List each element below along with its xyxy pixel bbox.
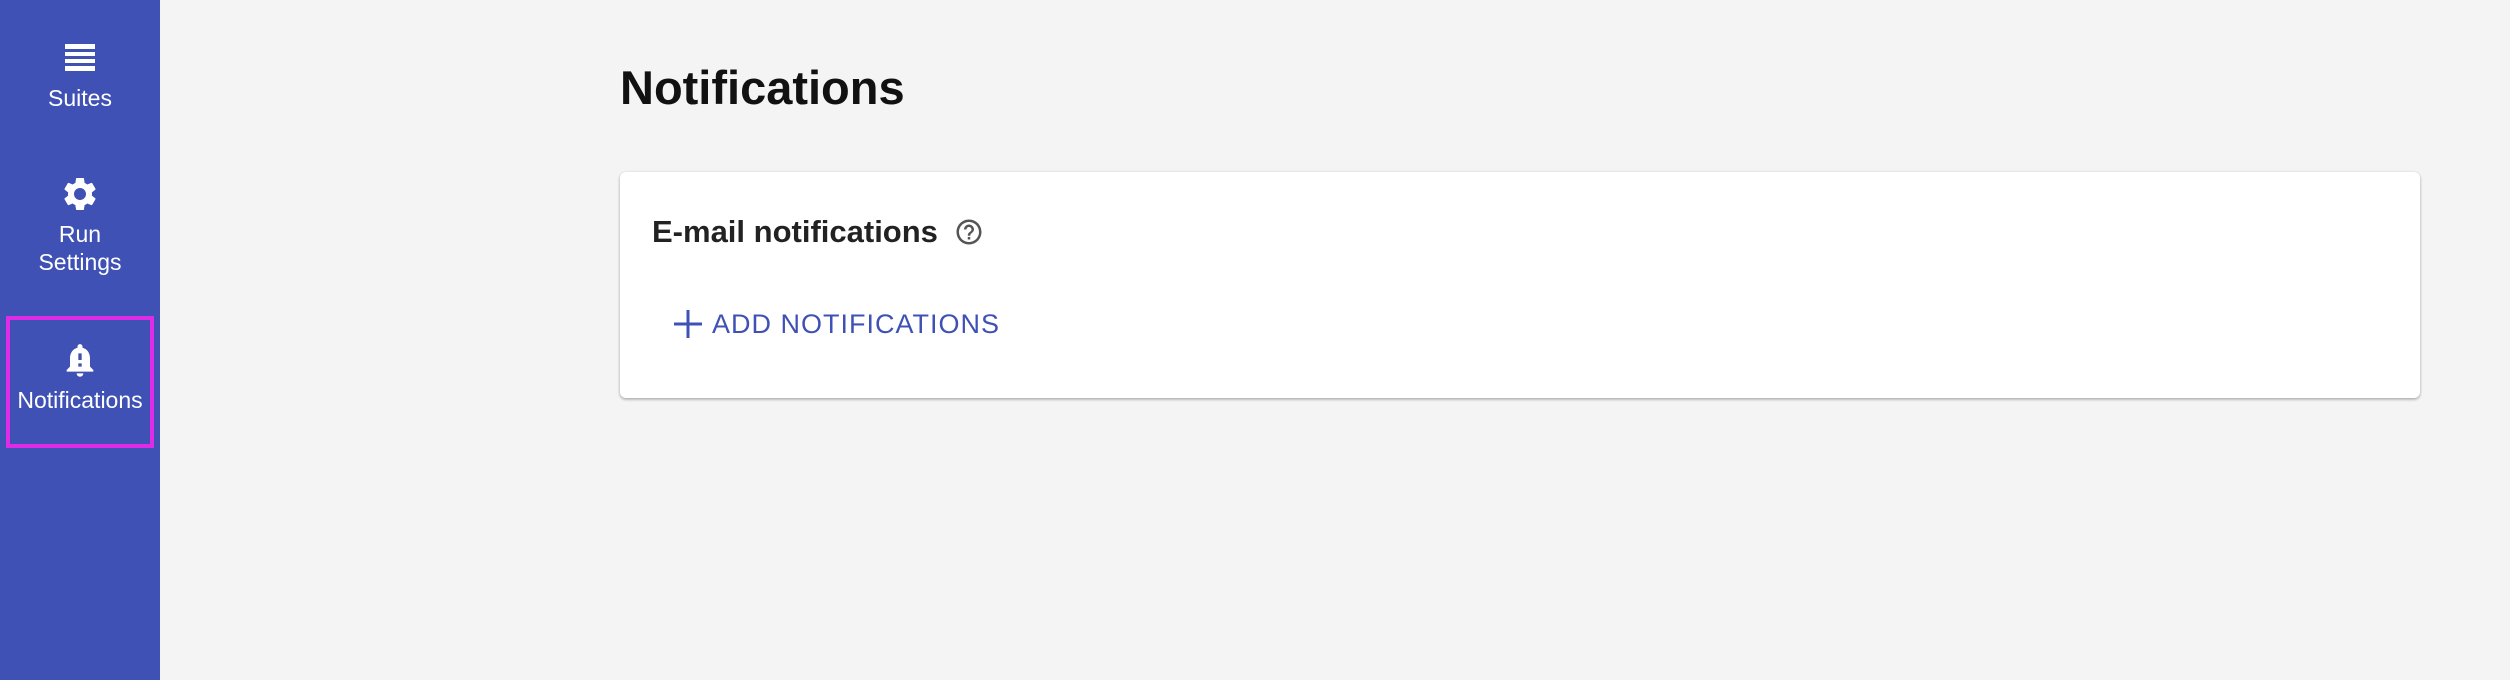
gear-icon [60, 174, 100, 214]
sidebar-item-label: Run Settings [38, 221, 122, 275]
help-circle-icon[interactable] [954, 217, 984, 247]
page-title: Notifications [620, 61, 905, 114]
card-title: E-mail notifications [652, 214, 938, 249]
email-notifications-card: E-mail notifications ADD NOTIFICATIONS [620, 172, 2420, 398]
bell-alert-icon [60, 340, 100, 380]
sidebar-item-run-settings[interactable]: Run Settings [0, 174, 160, 294]
add-notifications-button[interactable]: ADD NOTIFICATIONS [672, 308, 1000, 340]
add-notifications-label: ADD NOTIFICATIONS [712, 308, 1001, 339]
plus-icon [672, 308, 704, 340]
sidebar: Suites Run Settings Notifications [0, 0, 160, 680]
sidebar-item-notifications[interactable]: Notifications [6, 316, 154, 448]
app-root: Suites Run Settings Notifications Notifi… [0, 0, 2510, 680]
sidebar-item-label: Suites [48, 85, 112, 111]
main-content: Notifications E-mail notifications ADD N… [160, 0, 2510, 680]
sidebar-item-label: Notifications [17, 387, 143, 413]
sidebar-item-suites[interactable]: Suites [0, 38, 160, 128]
list-icon [60, 38, 100, 78]
card-header: E-mail notifications [652, 212, 984, 252]
